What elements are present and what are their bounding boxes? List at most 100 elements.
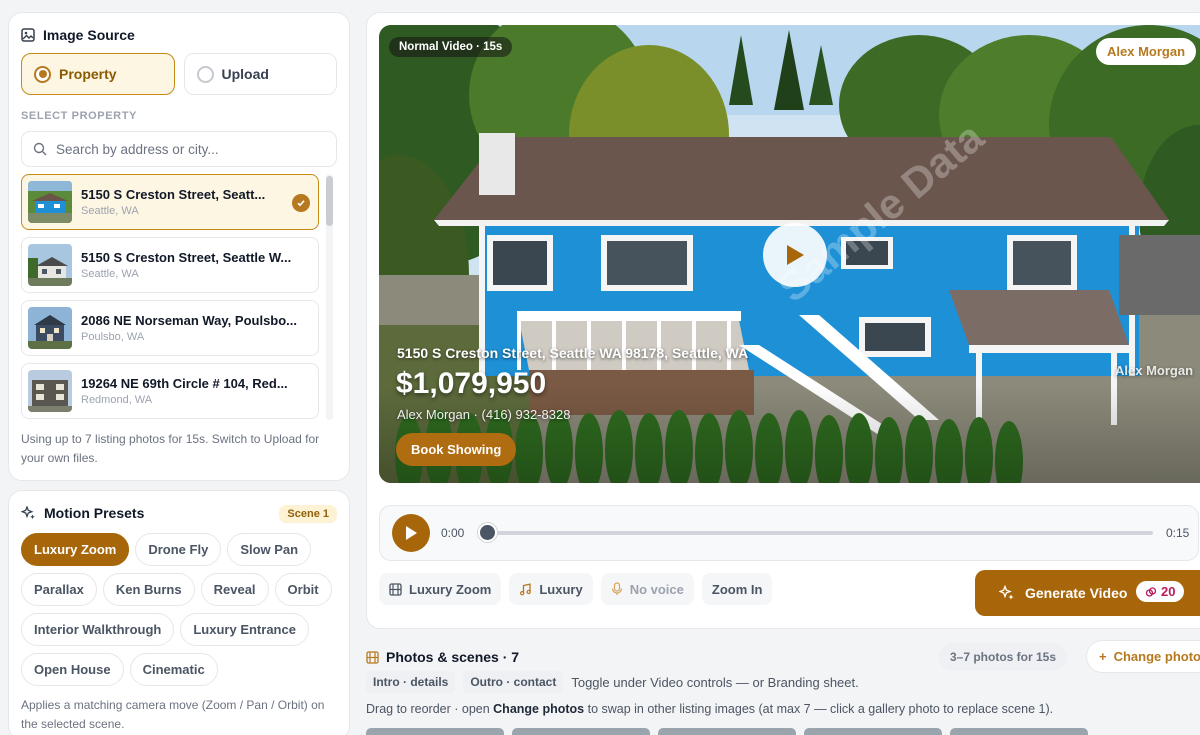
video-price: $1,079,950: [396, 367, 547, 400]
property-title: 5150 S Creston Street, Seatt...: [81, 187, 266, 202]
player-play-button[interactable]: [392, 514, 430, 552]
video-address: 5150 S Creston Street, Seattle WA 98178,…: [397, 345, 749, 361]
preset-chip-open-house[interactable]: Open House: [21, 653, 124, 686]
play-icon: [406, 526, 417, 540]
source-upload-label: Upload: [221, 66, 269, 82]
drag-note: Drag to reorder · open Change photos to …: [366, 702, 1200, 716]
photo-thumb[interactable]: [950, 728, 1088, 735]
image-source-header: Image Source: [21, 27, 337, 43]
property-city: Seattle, WA: [81, 205, 139, 217]
property-item[interactable]: 5150 S Creston Street, Seatt... Seattle,…: [21, 174, 319, 230]
video-panel: Normal Video · 15s Alex Morgan Sample Da…: [366, 12, 1200, 629]
preset-chip-luxury-zoom[interactable]: Luxury Zoom: [21, 533, 130, 566]
preset-chip-cinematic[interactable]: Cinematic: [129, 653, 218, 686]
property-list-scrollbar[interactable]: [326, 174, 333, 420]
select-property-label: SELECT PROPERTY: [21, 110, 137, 122]
credits-badge: 20: [1136, 581, 1185, 602]
motion-presets-title: Motion Presets: [44, 505, 145, 521]
photo-thumb[interactable]: [658, 728, 796, 735]
film-icon: [366, 650, 379, 664]
motion-presets-card: Motion Presets Scene 1 Luxury Zoom Drone…: [8, 490, 350, 735]
agent-badge: Alex Morgan: [1096, 38, 1197, 65]
source-toggle: Property Upload: [21, 53, 337, 95]
property-item[interactable]: 2086 NE Norseman Way, Poulsbo... Poulsbo…: [21, 300, 319, 356]
generate-video-button[interactable]: Generate Video 20: [975, 570, 1200, 616]
drag-note-b: to swap in other listing images (at max …: [584, 702, 1054, 716]
progress-knob[interactable]: [478, 523, 497, 542]
photos-tags-row: Intro · details Outro · contact Toggle u…: [366, 671, 1200, 693]
video-watermark-name: Alex Morgan: [1115, 363, 1194, 378]
change-photos-label: Change photos: [1113, 649, 1200, 664]
property-thumbnail: [28, 181, 72, 223]
sparkles-icon: [999, 585, 1014, 600]
image-source-title: Image Source: [43, 27, 135, 43]
property-item[interactable]: 19264 NE 69th Circle # 104, Red... Redmo…: [21, 363, 319, 419]
video-agent-line: Alex Morgan · (416) 932-8328: [397, 407, 571, 422]
radio-selected-icon: [34, 65, 51, 83]
motion-presets-note: Applies a matching camera move (Zoom / P…: [21, 698, 325, 731]
left-panel: Image Source Property Upload SELECT PROP…: [8, 12, 350, 735]
preset-chip-interior-walkthrough[interactable]: Interior Walkthrough: [21, 613, 175, 646]
video-preview[interactable]: Normal Video · 15s Alex Morgan Sample Da…: [379, 25, 1200, 483]
photos-range-badge: 3–7 photos for 15s: [939, 643, 1068, 671]
outro-tag[interactable]: Outro · contact: [463, 671, 564, 693]
radio-empty-icon: [196, 65, 214, 83]
preset-chip-reveal[interactable]: Reveal: [200, 573, 269, 606]
photos-header: Photos & scenes · 7: [366, 640, 1200, 674]
music-tag-label: Luxury: [539, 581, 583, 597]
property-title: 2086 NE Norseman Way, Poulsbo...: [81, 313, 298, 328]
video-player-card: Normal Video · 15s Alex Morgan Sample Da…: [366, 12, 1200, 629]
preset-chip-parallax[interactable]: Parallax: [21, 573, 97, 606]
current-time: 0:00: [441, 526, 465, 540]
property-list: 5150 S Creston Street, Seatt... Seattle,…: [21, 174, 337, 420]
player-controls: 0:00 0:15: [379, 505, 1199, 561]
property-city: Poulsbo, WA: [81, 331, 145, 343]
scrollbar-thumb[interactable]: [326, 176, 333, 226]
photo-strip: [366, 728, 1088, 735]
property-city: Seattle, WA: [81, 268, 139, 280]
generate-video-label: Generate Video: [1025, 585, 1128, 601]
preset-tag[interactable]: Luxury Zoom: [379, 573, 502, 605]
voice-tag[interactable]: No voice: [600, 573, 694, 605]
property-city: Redmond, WA: [81, 394, 153, 406]
music-icon: [520, 582, 532, 595]
image-icon: [21, 28, 35, 42]
preset-chip-ken-burns[interactable]: Ken Burns: [102, 573, 195, 606]
video-play-button[interactable]: [763, 223, 827, 287]
book-showing-button[interactable]: Book Showing: [396, 433, 517, 466]
music-tag[interactable]: Luxury: [509, 573, 593, 605]
photo-thumb[interactable]: [366, 728, 504, 735]
property-item[interactable]: 5150 S Creston Street, Seattle W... Seat…: [21, 237, 319, 293]
zoom-tag-label: Zoom In: [711, 581, 763, 597]
sparkles-icon: [21, 505, 36, 521]
preset-chips: Luxury Zoom Drone Fly Slow Pan Parallax …: [21, 533, 337, 686]
zoom-tag[interactable]: Zoom In: [701, 573, 773, 605]
preset-chip-luxury-entrance[interactable]: Luxury Entrance: [180, 613, 309, 646]
preset-chip-orbit[interactable]: Orbit: [274, 573, 332, 606]
change-photos-button[interactable]: + Change photos: [1086, 640, 1200, 673]
progress-track[interactable]: [478, 523, 1153, 542]
voice-tag-label: No voice: [629, 581, 684, 597]
property-thumbnail: [28, 244, 72, 286]
plus-icon: +: [1099, 649, 1107, 664]
property-search[interactable]: [21, 131, 337, 167]
photo-thumb[interactable]: [512, 728, 650, 735]
play-icon: [787, 245, 804, 265]
toggle-note: Toggle under Video controls — or Brandin…: [571, 674, 859, 690]
photo-thumb[interactable]: [804, 728, 942, 735]
property-thumbnail: [28, 307, 72, 349]
preset-chip-slow-pan[interactable]: Slow Pan: [227, 533, 312, 566]
photos-section: Photos & scenes · 7 3–7 photos for 15s +…: [366, 640, 1200, 735]
microphone-icon: [611, 582, 622, 595]
drag-note-bold: Change photos: [493, 702, 585, 716]
source-property-option[interactable]: Property: [21, 53, 175, 95]
search-input[interactable]: [56, 141, 316, 157]
intro-tag[interactable]: Intro · details: [366, 671, 456, 693]
preset-chip-drone-fly[interactable]: Drone Fly: [135, 533, 222, 566]
source-upload-option[interactable]: Upload: [183, 53, 337, 95]
image-source-card: Image Source Property Upload SELECT PROP…: [8, 12, 350, 481]
photos-title: Photos & scenes · 7: [386, 649, 520, 665]
search-icon: [33, 142, 47, 156]
image-source-note: Using up to 7 listing photos for 15s. Sw…: [21, 432, 320, 465]
scene-badge: Scene 1: [279, 505, 337, 523]
